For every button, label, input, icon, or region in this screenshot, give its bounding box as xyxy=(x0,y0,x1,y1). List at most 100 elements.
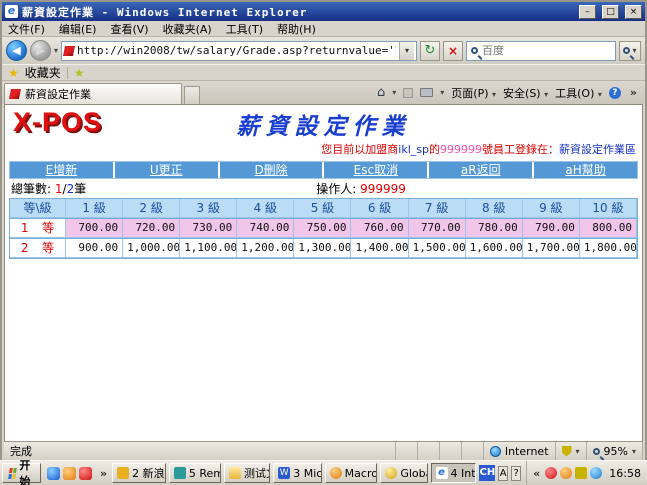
col-header: 3 級 xyxy=(180,199,237,218)
tab-bar: 薪資設定作業 ⌂ ▾ ▾ 页面(P) ▾ 安全(S) ▾ 工具(O) ▾ ? » xyxy=(2,81,645,104)
window-title: 薪資設定作業 - Windows Internet Explorer xyxy=(22,4,573,20)
current-record: 1 xyxy=(55,182,63,196)
protected-mode-pane[interactable]: ▾ xyxy=(556,442,587,460)
tray-update-icon[interactable] xyxy=(575,467,587,479)
table-row[interactable]: 1等 700.00 720.00 730.00 740.00 750.00 76… xyxy=(9,219,638,239)
help-icon[interactable]: ? xyxy=(609,87,621,99)
address-dropdown-icon[interactable]: ▾ xyxy=(399,42,414,60)
taskbar-button-remote[interactable]: 5 Rem...▾ xyxy=(169,463,221,483)
add-button[interactable]: E增新 xyxy=(10,162,113,178)
search-box[interactable] xyxy=(466,41,616,61)
add-favorite-icon[interactable]: ★ xyxy=(74,66,85,80)
tab-favicon xyxy=(9,89,21,99)
taskbar-button-macromedia[interactable]: Macrom... xyxy=(325,463,378,483)
address-input[interactable] xyxy=(77,44,396,57)
status-pane xyxy=(396,442,418,460)
masthead: X-POS 薪資設定作業 xyxy=(5,105,642,139)
return-button[interactable]: aR返回 xyxy=(429,162,532,178)
page-menu[interactable]: 页面(P) ▾ xyxy=(451,85,496,101)
help-button[interactable]: aH幫助 xyxy=(534,162,637,178)
zoom-level: 95% xyxy=(604,445,628,458)
menu-view[interactable]: 查看(V) xyxy=(110,21,148,37)
taskbar-clock: 16:58 xyxy=(605,467,645,480)
search-engine-dropdown-icon[interactable]: ▾ xyxy=(632,46,636,55)
security-zone: Internet xyxy=(484,442,556,460)
new-tab-button[interactable] xyxy=(184,86,200,104)
action-button-bar: E增新 U更正 D刪除 Esc取消 aR返回 aH幫助 xyxy=(9,161,638,179)
tools-menu[interactable]: 工具(O) ▾ xyxy=(555,85,602,101)
menu-bar: 文件(F) 编辑(E) 查看(V) 收藏夹(A) 工具(T) 帮助(H) xyxy=(2,21,645,37)
col-header: 2 級 xyxy=(123,199,180,218)
col-header: 6 級 xyxy=(351,199,408,218)
divider xyxy=(67,67,68,79)
close-button[interactable]: × xyxy=(625,5,642,19)
cancel-button[interactable]: Esc取消 xyxy=(324,162,427,178)
browser-window: e 薪資設定作業 - Windows Internet Explorer – □… xyxy=(0,0,647,460)
total-records: 2 xyxy=(67,182,75,196)
login-status-line: 您目前以加盟商ikl_sp的999999號員工登錄在：薪資設定作業區 xyxy=(5,139,642,160)
update-button[interactable]: U更正 xyxy=(115,162,218,178)
print-icon[interactable] xyxy=(420,88,433,97)
remote-desktop-icon xyxy=(174,467,186,479)
col-header: 1 級 xyxy=(66,199,123,218)
menu-favorites[interactable]: 收藏夹(A) xyxy=(163,21,212,37)
menu-edit[interactable]: 编辑(E) xyxy=(59,21,97,37)
quicklaunch-chevron-icon[interactable]: » xyxy=(98,467,109,480)
stop-icon[interactable]: × xyxy=(443,41,463,61)
quicklaunch-messenger-icon[interactable] xyxy=(63,467,76,480)
taskbar: 开始 » 2 新浪UC▾ 5 Rem...▾ 测试文档 W3 Mic...▾ M… xyxy=(0,460,647,485)
ime-icon[interactable]: A xyxy=(498,466,508,481)
tray-network-icon[interactable] xyxy=(590,467,602,479)
taskbar-button-sina-uc[interactable]: 2 新浪UC▾ xyxy=(112,463,166,483)
tray-chevron-icon[interactable]: « xyxy=(531,467,542,480)
sina-uc-icon xyxy=(117,467,129,479)
maximize-button[interactable]: □ xyxy=(602,5,619,19)
search-go-button[interactable]: ▾ xyxy=(619,41,641,61)
tab-salary-setting[interactable]: 薪資設定作業 xyxy=(4,83,182,104)
col-header: 5 級 xyxy=(294,199,351,218)
refresh-icon[interactable]: ↻ xyxy=(420,41,440,61)
delete-button[interactable]: D刪除 xyxy=(220,162,323,178)
menu-help[interactable]: 帮助(H) xyxy=(277,21,316,37)
address-bar[interactable]: ▾ xyxy=(61,41,417,61)
screen: e 薪資設定作業 - Windows Internet Explorer – □… xyxy=(0,0,647,485)
home-dropdown-icon[interactable]: ▾ xyxy=(392,88,396,97)
tray-flame-icon[interactable] xyxy=(560,467,572,479)
home-icon[interactable]: ⌂ xyxy=(377,85,385,100)
print-dropdown-icon[interactable]: ▾ xyxy=(440,88,444,97)
operator-value: 999999 xyxy=(360,182,406,196)
menu-file[interactable]: 文件(F) xyxy=(8,21,45,37)
taskbar-button-test-docs[interactable]: 测试文档 xyxy=(224,463,270,483)
overflow-chevron-icon[interactable]: » xyxy=(628,86,639,99)
taskbar-button-internet-explorer[interactable]: e4 Int...▾ xyxy=(431,463,477,483)
taskbar-button-global[interactable]: Global... xyxy=(380,463,427,483)
quicklaunch-qq-icon[interactable] xyxy=(79,467,92,480)
tray-qq-icon[interactable] xyxy=(545,467,557,479)
history-dropdown-icon[interactable]: ▾ xyxy=(54,46,58,55)
status-pane xyxy=(462,442,484,460)
table-row[interactable]: 2等 900.00 1,000.00 1,100.00 1,200.00 1,3… xyxy=(9,239,638,259)
menu-tools[interactable]: 工具(T) xyxy=(226,21,263,37)
forward-button[interactable]: ▶ xyxy=(30,40,51,61)
zoom-control[interactable]: 95% ▾ xyxy=(587,442,643,460)
protected-mode-icon xyxy=(562,446,572,457)
minimize-button[interactable]: – xyxy=(579,5,596,19)
taskbar-button-word[interactable]: W3 Mic...▾ xyxy=(273,463,321,483)
back-button[interactable]: ◀ xyxy=(6,40,27,61)
col-header: 4 級 xyxy=(237,199,294,218)
language-indicator[interactable]: CH xyxy=(479,465,495,481)
safety-menu[interactable]: 安全(S) ▾ xyxy=(503,85,548,101)
ie-taskbar-icon: e xyxy=(436,467,448,479)
feed-icon[interactable] xyxy=(403,88,413,98)
favorites-label[interactable]: 收藏夹 xyxy=(25,64,61,81)
ime-help-icon[interactable]: ? xyxy=(511,466,521,481)
start-button[interactable]: 开始 xyxy=(2,463,41,483)
word-icon: W xyxy=(278,467,290,479)
record-info-row: 總筆數: 1 /2筆 操作人: 999999 xyxy=(5,179,642,198)
macromedia-icon xyxy=(330,467,342,479)
status-bar: 完成 Internet ▾ 95% ▾ xyxy=(4,441,643,460)
favorites-bar: ★ 收藏夹 ★ xyxy=(2,64,645,81)
quicklaunch-browser-icon[interactable] xyxy=(47,467,60,480)
page-viewport: X-POS 薪資設定作業 您目前以加盟商ikl_sp的999999號員工登錄在：… xyxy=(4,104,643,441)
search-input[interactable] xyxy=(482,45,611,57)
